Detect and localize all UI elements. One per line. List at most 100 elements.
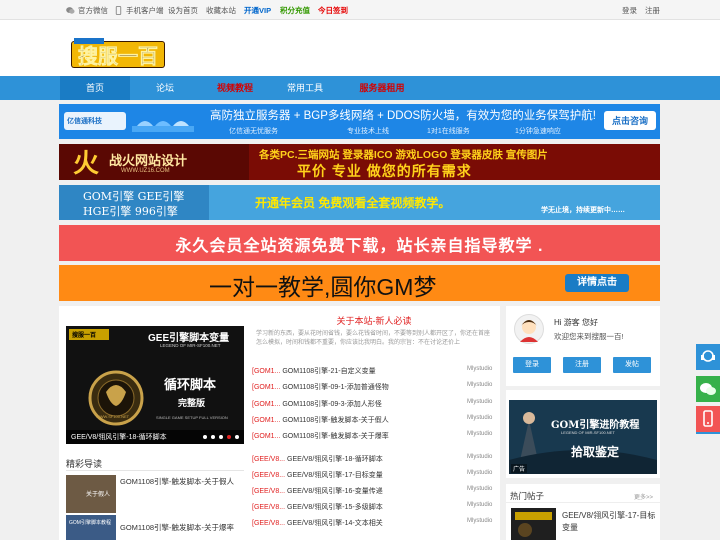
list-title[interactable]: GOM1108引擎-09-3-添加人形怪 bbox=[282, 401, 381, 408]
list-tag: [GOM1... bbox=[252, 401, 281, 408]
wechat-icon bbox=[700, 383, 716, 395]
header: 搜服一百 bbox=[0, 20, 720, 76]
slider-title: GEE引擎脚本变量 bbox=[148, 333, 230, 344]
banner-vip-video[interactable]: GOM引擎 GEE引擎 HGE引擎 996引擎 开通年会员 免费观看全套视频教学… bbox=[59, 185, 660, 220]
list-author: Mlystudio bbox=[467, 486, 493, 492]
nav-video-tutorials[interactable]: 视频教程 bbox=[200, 76, 270, 100]
banner-server-hosting[interactable]: 亿信通科技 高防独立服务器 + BGP多线网络 + DDOS防火墙，有效为您的业… bbox=[59, 104, 660, 139]
list-item[interactable]: [GOM1... GOM1108引擎-触发脚本-关于假人 Mlystudio bbox=[252, 415, 496, 425]
avatar[interactable] bbox=[514, 314, 544, 344]
list-title[interactable]: GOM1108引擎-21-自定义变量 bbox=[282, 368, 375, 375]
b1-brand: 亿信通科技 bbox=[67, 118, 102, 125]
mobile-link[interactable]: 手机客户端 bbox=[114, 5, 164, 16]
slider-tag2: 完整版 bbox=[178, 398, 206, 408]
login-button[interactable]: 登录 bbox=[513, 357, 551, 373]
post-button[interactable]: 发帖 bbox=[613, 357, 651, 373]
hot-thumb-art bbox=[511, 508, 556, 540]
list-item[interactable]: [GEE/V8... GEE/V8/翎风引擎-15-多级脚本 Mlystudio bbox=[252, 502, 496, 512]
image-slider[interactable]: 搜服一百 GEE引擎脚本变量 LEGEND OF MIR-SF100.NET 循… bbox=[66, 326, 244, 444]
b1-feature: 亿信通无忧服务 bbox=[229, 128, 278, 135]
headset-icon bbox=[701, 350, 715, 362]
list-title[interactable]: GOM1108引擎-09-1-添加普通怪物 bbox=[282, 384, 388, 391]
list-item[interactable]: [GEE/V8... GEE/V8/翎风引擎-17-目标变量 Mlystudio bbox=[252, 470, 496, 480]
banner-web-design[interactable]: 火 战火网站设计 WWW.UZ16.COM 各类PC.三端网站 登录器ICO 游… bbox=[59, 144, 660, 180]
list-author: Mlystudio bbox=[467, 470, 493, 476]
list-tag: [GEE/V8... bbox=[252, 456, 286, 463]
list-title[interactable]: GOM1108引擎-触发脚本-关于假人 bbox=[282, 417, 388, 424]
slider-caption[interactable]: GEE/V8/翎风引擎-18-循环脚本 bbox=[71, 432, 167, 442]
slider-tag1: 循环脚本 bbox=[164, 377, 217, 392]
list-author: Mlystudio bbox=[467, 382, 493, 388]
featured-item-title[interactable]: GOM1108引擎-触发脚本-关于假人 bbox=[120, 476, 234, 487]
nav-tools[interactable]: 常用工具 bbox=[270, 76, 340, 100]
list-tag: [GOM1... bbox=[252, 417, 281, 424]
list-author: Mlystudio bbox=[467, 415, 493, 421]
b1-feature: 专业技术上线 bbox=[347, 128, 389, 135]
hot-post-thumb[interactable] bbox=[511, 508, 556, 540]
list-item[interactable]: [GEE/V8... GEE/V8/翎风引擎-18-循环脚本 Mlystudio bbox=[252, 454, 496, 464]
b5-cta-button[interactable]: 详情点击 bbox=[565, 274, 629, 292]
mobile-icon bbox=[115, 6, 122, 15]
ad-label: 广告 bbox=[511, 464, 528, 473]
bookmark-link[interactable]: 收藏本站 bbox=[206, 5, 236, 16]
vip-link[interactable]: 开通VIP bbox=[244, 5, 271, 16]
nav-home[interactable]: 首页 bbox=[60, 76, 130, 100]
top-bar: 官方微信 手机客户端 设为首页 收藏本站 开通VIP 积分充值 今日签到 登录 … bbox=[0, 0, 720, 20]
b3-tail: 学无止境，持续更新中…… bbox=[541, 207, 625, 214]
nav-server-rental[interactable]: 服务器租用 bbox=[342, 76, 422, 100]
set-homepage-link[interactable]: 设为首页 bbox=[168, 5, 198, 16]
list-title[interactable]: GOM1108引擎-触发脚本-关于爆率 bbox=[282, 433, 388, 440]
wechat-link[interactable]: 官方微信 bbox=[66, 5, 108, 16]
signin-link[interactable]: 今日签到 bbox=[318, 5, 348, 16]
nav-forum[interactable]: 论坛 bbox=[130, 76, 200, 100]
register-link[interactable]: 注册 bbox=[645, 5, 660, 16]
featured-thumb[interactable]: GOM引擎脚本教程 bbox=[66, 515, 116, 540]
list-title[interactable]: GEE/V8/翎风引擎-17-目标变量 bbox=[287, 472, 383, 479]
list-item[interactable]: [GOM1... GOM1108引擎-09-3-添加人形怪 Mlystudio bbox=[252, 399, 496, 409]
hot-post-title[interactable]: GEE/V8/翎风引擎-17-目标变量 bbox=[562, 510, 658, 534]
b1-cta-button[interactable]: 点击咨询 bbox=[607, 114, 653, 127]
side-ad-title: GOM引擎进阶教程 bbox=[551, 420, 640, 431]
list-item[interactable]: [GOM1... GOM1108引擎-09-1-添加普通怪物 Mlystudio bbox=[252, 382, 496, 392]
b1-feature: 1对1在线服务 bbox=[427, 128, 470, 135]
list-tag: [GOM1... bbox=[252, 368, 281, 375]
list-title[interactable]: GEE/V8/翎风引擎-15-多级脚本 bbox=[287, 504, 383, 511]
float-phone-button[interactable] bbox=[696, 406, 720, 432]
side-ad[interactable]: GOM引擎进阶教程 LEGEND OF MIR-SF100.NET 拾取鉴定 广… bbox=[509, 400, 657, 474]
list-tag: [GOM1... bbox=[252, 433, 281, 440]
slider-dots[interactable] bbox=[202, 434, 242, 440]
list-author: Mlystudio bbox=[467, 366, 493, 372]
featured-thumb[interactable]: 关于假人 bbox=[66, 475, 116, 513]
list-item[interactable]: [GOM1... GOM1108引擎-触发脚本-关于爆率 Mlystudio bbox=[252, 431, 496, 441]
featured-item-title[interactable]: GOM1108引擎-触发脚本-关于爆率 bbox=[120, 522, 234, 533]
list-tag: [GEE/V8... bbox=[252, 504, 286, 511]
list-title[interactable]: GEE/V8/翎风引擎-14-文本相关 bbox=[287, 520, 383, 527]
banner-one-on-one[interactable]: 一对一教学,圆你GM梦 详情点击 bbox=[59, 265, 660, 301]
side-ad-subtitle: LEGEND OF MIR-SF100.NET bbox=[561, 430, 615, 435]
list-tag: [GEE/V8... bbox=[252, 520, 286, 527]
b2-line1: 各类PC.三端网站 登录器ICO 游戏LOGO 登录器皮肤 宣传图片 bbox=[259, 149, 548, 161]
notice-title[interactable]: 关于本站-新人必读 bbox=[252, 314, 496, 327]
float-wechat-button[interactable] bbox=[696, 376, 720, 402]
banner-lifetime-member[interactable]: 永久会员全站资源免费下载，站长亲自指导教学 . bbox=[59, 225, 660, 261]
svg-text:搜服一百: 搜服一百 bbox=[78, 44, 158, 68]
float-service-button[interactable] bbox=[696, 344, 720, 370]
list-item[interactable]: [GEE/V8... GEE/V8/翎风引擎-16-变量传递 Mlystudio bbox=[252, 486, 496, 496]
list-item[interactable]: [GOM1... GOM1108引擎-21-自定义变量 Mlystudio bbox=[252, 366, 496, 376]
recharge-link[interactable]: 积分充值 bbox=[280, 5, 310, 16]
list-tag: [GEE/V8... bbox=[252, 472, 286, 479]
slider-logo: 搜服一百 bbox=[72, 333, 97, 339]
list-item[interactable]: [GEE/V8... GEE/V8/翎风引擎-14-文本相关 Mlystudio bbox=[252, 518, 496, 528]
side-ad-art bbox=[509, 400, 657, 474]
user-greeting: Hi 游客 您好 bbox=[554, 318, 598, 327]
list-title[interactable]: GEE/V8/翎风引擎-18-循环脚本 bbox=[287, 456, 383, 463]
list-title[interactable]: GEE/V8/翎风引擎-16-变量传递 bbox=[287, 488, 383, 495]
site-logo[interactable]: 搜服一百 bbox=[70, 38, 166, 70]
b1-feature: 1分钟急速响应 bbox=[515, 128, 561, 135]
svg-text:火: 火 bbox=[73, 149, 99, 179]
featured-thumb-label: 关于假人 bbox=[86, 492, 111, 498]
hot-posts-title: 热门帖子 bbox=[510, 491, 545, 501]
login-link[interactable]: 登录 bbox=[622, 5, 637, 16]
hot-posts-more-link[interactable]: 更多>> bbox=[634, 492, 653, 501]
register-button[interactable]: 注册 bbox=[563, 357, 601, 373]
